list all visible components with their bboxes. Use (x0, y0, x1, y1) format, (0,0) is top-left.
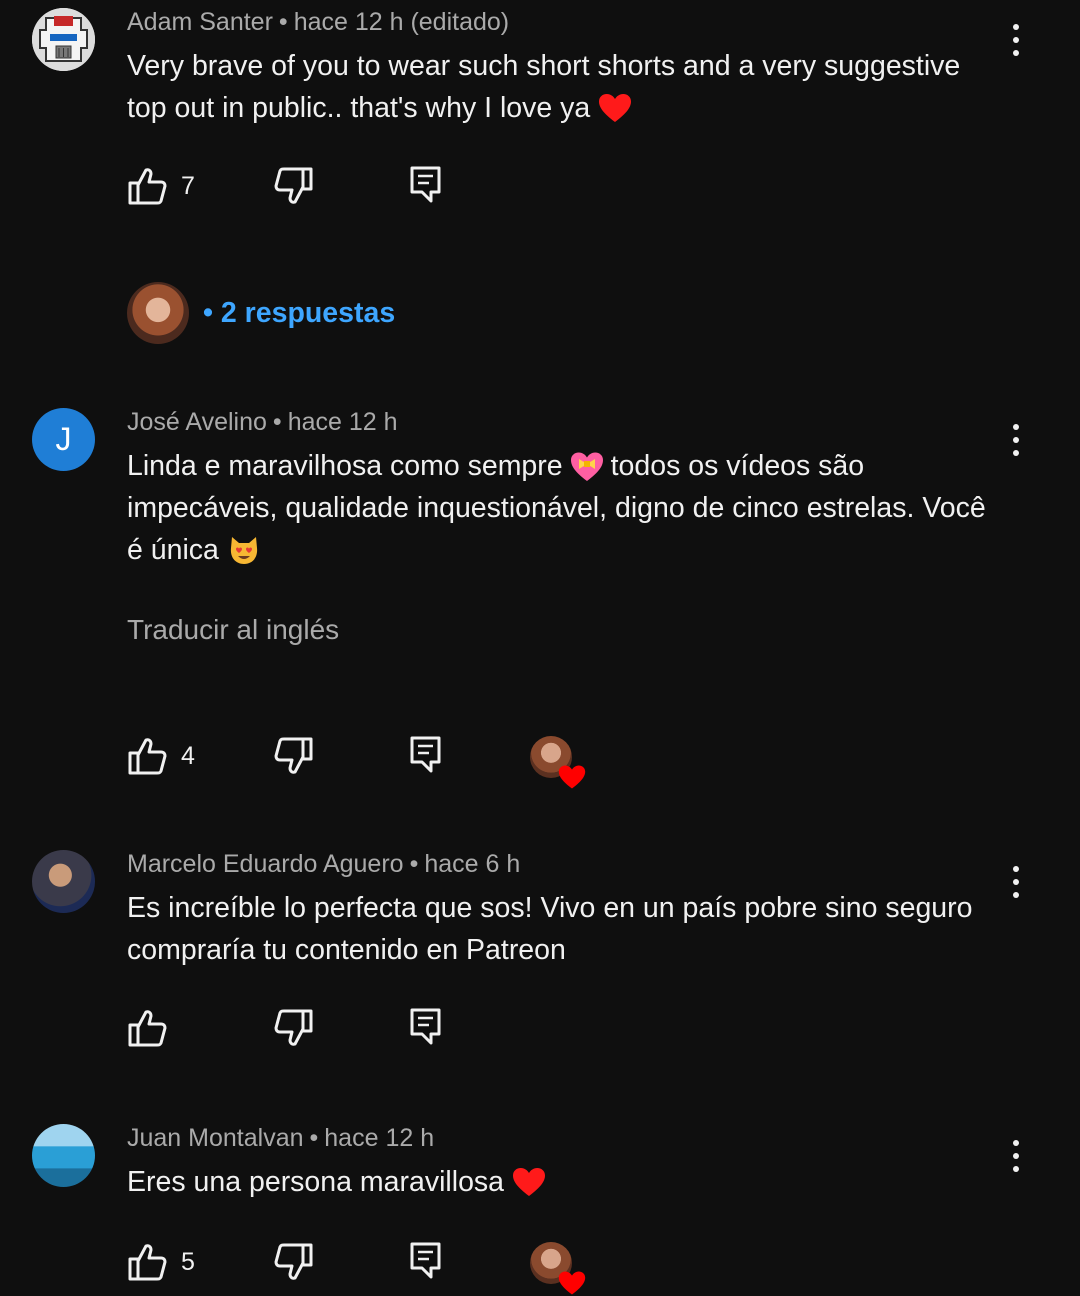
reply-button[interactable] (410, 166, 442, 204)
red-heart-emoji-icon (513, 1168, 546, 1196)
author-name[interactable]: Marcelo Eduardo Aguero (127, 850, 404, 878)
avatar[interactable] (32, 8, 95, 71)
author-name[interactable]: Juan Montalvan (127, 1124, 304, 1152)
comment-text-segment: top out in public.. that's why I love ya (127, 92, 591, 124)
creator-heart-badge (530, 736, 586, 789)
reply-icon (410, 1008, 441, 1045)
red-heart-icon (558, 1271, 586, 1295)
reply-button[interactable] (410, 1008, 442, 1046)
comment-time: hace 6 h (424, 850, 521, 878)
comment-actions: 7 (127, 166, 727, 210)
comment-text-line: compraría tu contenido en Patreon (127, 934, 566, 966)
comment-text-line: Eres una persona maravillosa (127, 1161, 1007, 1203)
creator-heart-badge (530, 1242, 586, 1295)
comment-time: hace 12 h (287, 408, 398, 436)
like-count: 5 (181, 1247, 195, 1276)
comment-time: hace 12 h (editado) (293, 8, 510, 36)
comment-actions: 5 (127, 1242, 727, 1295)
replies-toggle[interactable]: • 2 respuestas (127, 282, 395, 344)
thumbs-up-icon (128, 1010, 167, 1047)
comment-text-segment: todos os vídeos são (610, 450, 865, 482)
avatar[interactable]: J (32, 408, 95, 471)
red-heart-emoji-icon (599, 94, 632, 122)
reply-icon (410, 166, 441, 203)
avatar (127, 282, 189, 344)
thumbs-down-icon (274, 1009, 313, 1046)
comment-text-line: top out in public.. that's why I love ya (127, 87, 1007, 129)
comment-text: Eres una persona maravillosa (127, 1161, 1007, 1203)
like-button[interactable] (127, 1008, 167, 1048)
comment-text-line: Es increíble lo perfecta que sos! Vivo e… (127, 892, 973, 924)
avatar[interactable] (32, 1124, 95, 1187)
author-name[interactable]: Adam Santer (127, 8, 273, 36)
thumbs-up-icon (128, 168, 167, 205)
dislike-button[interactable] (274, 736, 314, 776)
comment-text: Very brave of you to wear such short sho… (127, 45, 1007, 129)
comment-text-segment: é única (127, 534, 219, 566)
comment-meta: Adam Santer • hace 12 h (editado) (127, 8, 510, 36)
like-button[interactable]: 5 (127, 1242, 195, 1282)
thumbs-down-icon (274, 167, 313, 204)
dislike-button[interactable] (274, 1008, 314, 1048)
dislike-button[interactable] (274, 1242, 314, 1282)
reply-button[interactable] (410, 736, 442, 774)
reply-icon (410, 736, 441, 773)
comment-text-line: é única (127, 529, 1027, 571)
robot-mask-avatar-icon (32, 8, 95, 71)
thumbs-down-icon (274, 1243, 313, 1280)
red-heart-icon (558, 765, 586, 789)
comment-meta: Marcelo Eduardo Aguero • hace 6 h (127, 850, 521, 878)
thumbs-up-icon (128, 738, 167, 775)
dislike-button[interactable] (274, 166, 314, 206)
like-button[interactable]: 7 (127, 166, 195, 206)
comment-meta: Juan Montalvan • hace 12 h (127, 1124, 435, 1152)
author-name[interactable]: José Avelino (127, 408, 267, 436)
comment-time: hace 12 h (324, 1124, 435, 1152)
heart-with-ribbon-emoji-icon (570, 452, 603, 481)
translate-link[interactable]: Traducir al inglés (127, 614, 339, 646)
comment-text-line: impecáveis, qualidade inquestionável, di… (127, 492, 986, 524)
reply-icon (410, 1242, 441, 1279)
comment-text-segment: Linda e maravilhosa como sempre (127, 450, 563, 482)
comment-text-line: Very brave of you to wear such short sho… (127, 50, 961, 82)
comment-meta: José Avelino • hace 12 h (127, 408, 398, 436)
comment-text-segment: Eres una persona maravillosa (127, 1166, 505, 1198)
comment-text: Linda e maravilhosa como sempre todos os… (127, 445, 1027, 571)
thumbs-up-icon (128, 1244, 167, 1281)
like-button[interactable]: 4 (127, 736, 195, 776)
comment-text-line: Linda e maravilhosa como sempre todos os… (127, 445, 1027, 487)
comment-actions: 4 (127, 736, 727, 789)
thumbs-down-icon (274, 737, 313, 774)
reply-button[interactable] (410, 1242, 442, 1280)
avatar[interactable] (32, 850, 95, 913)
like-count: 7 (181, 171, 195, 200)
like-count: 4 (181, 741, 195, 770)
replies-count-link[interactable]: • 2 respuestas (203, 297, 395, 330)
comment-actions (127, 1008, 727, 1052)
comment-text: Es increíble lo perfecta que sos! Vivo e… (127, 887, 1007, 971)
heart-eyes-cat-emoji-icon (230, 537, 258, 564)
